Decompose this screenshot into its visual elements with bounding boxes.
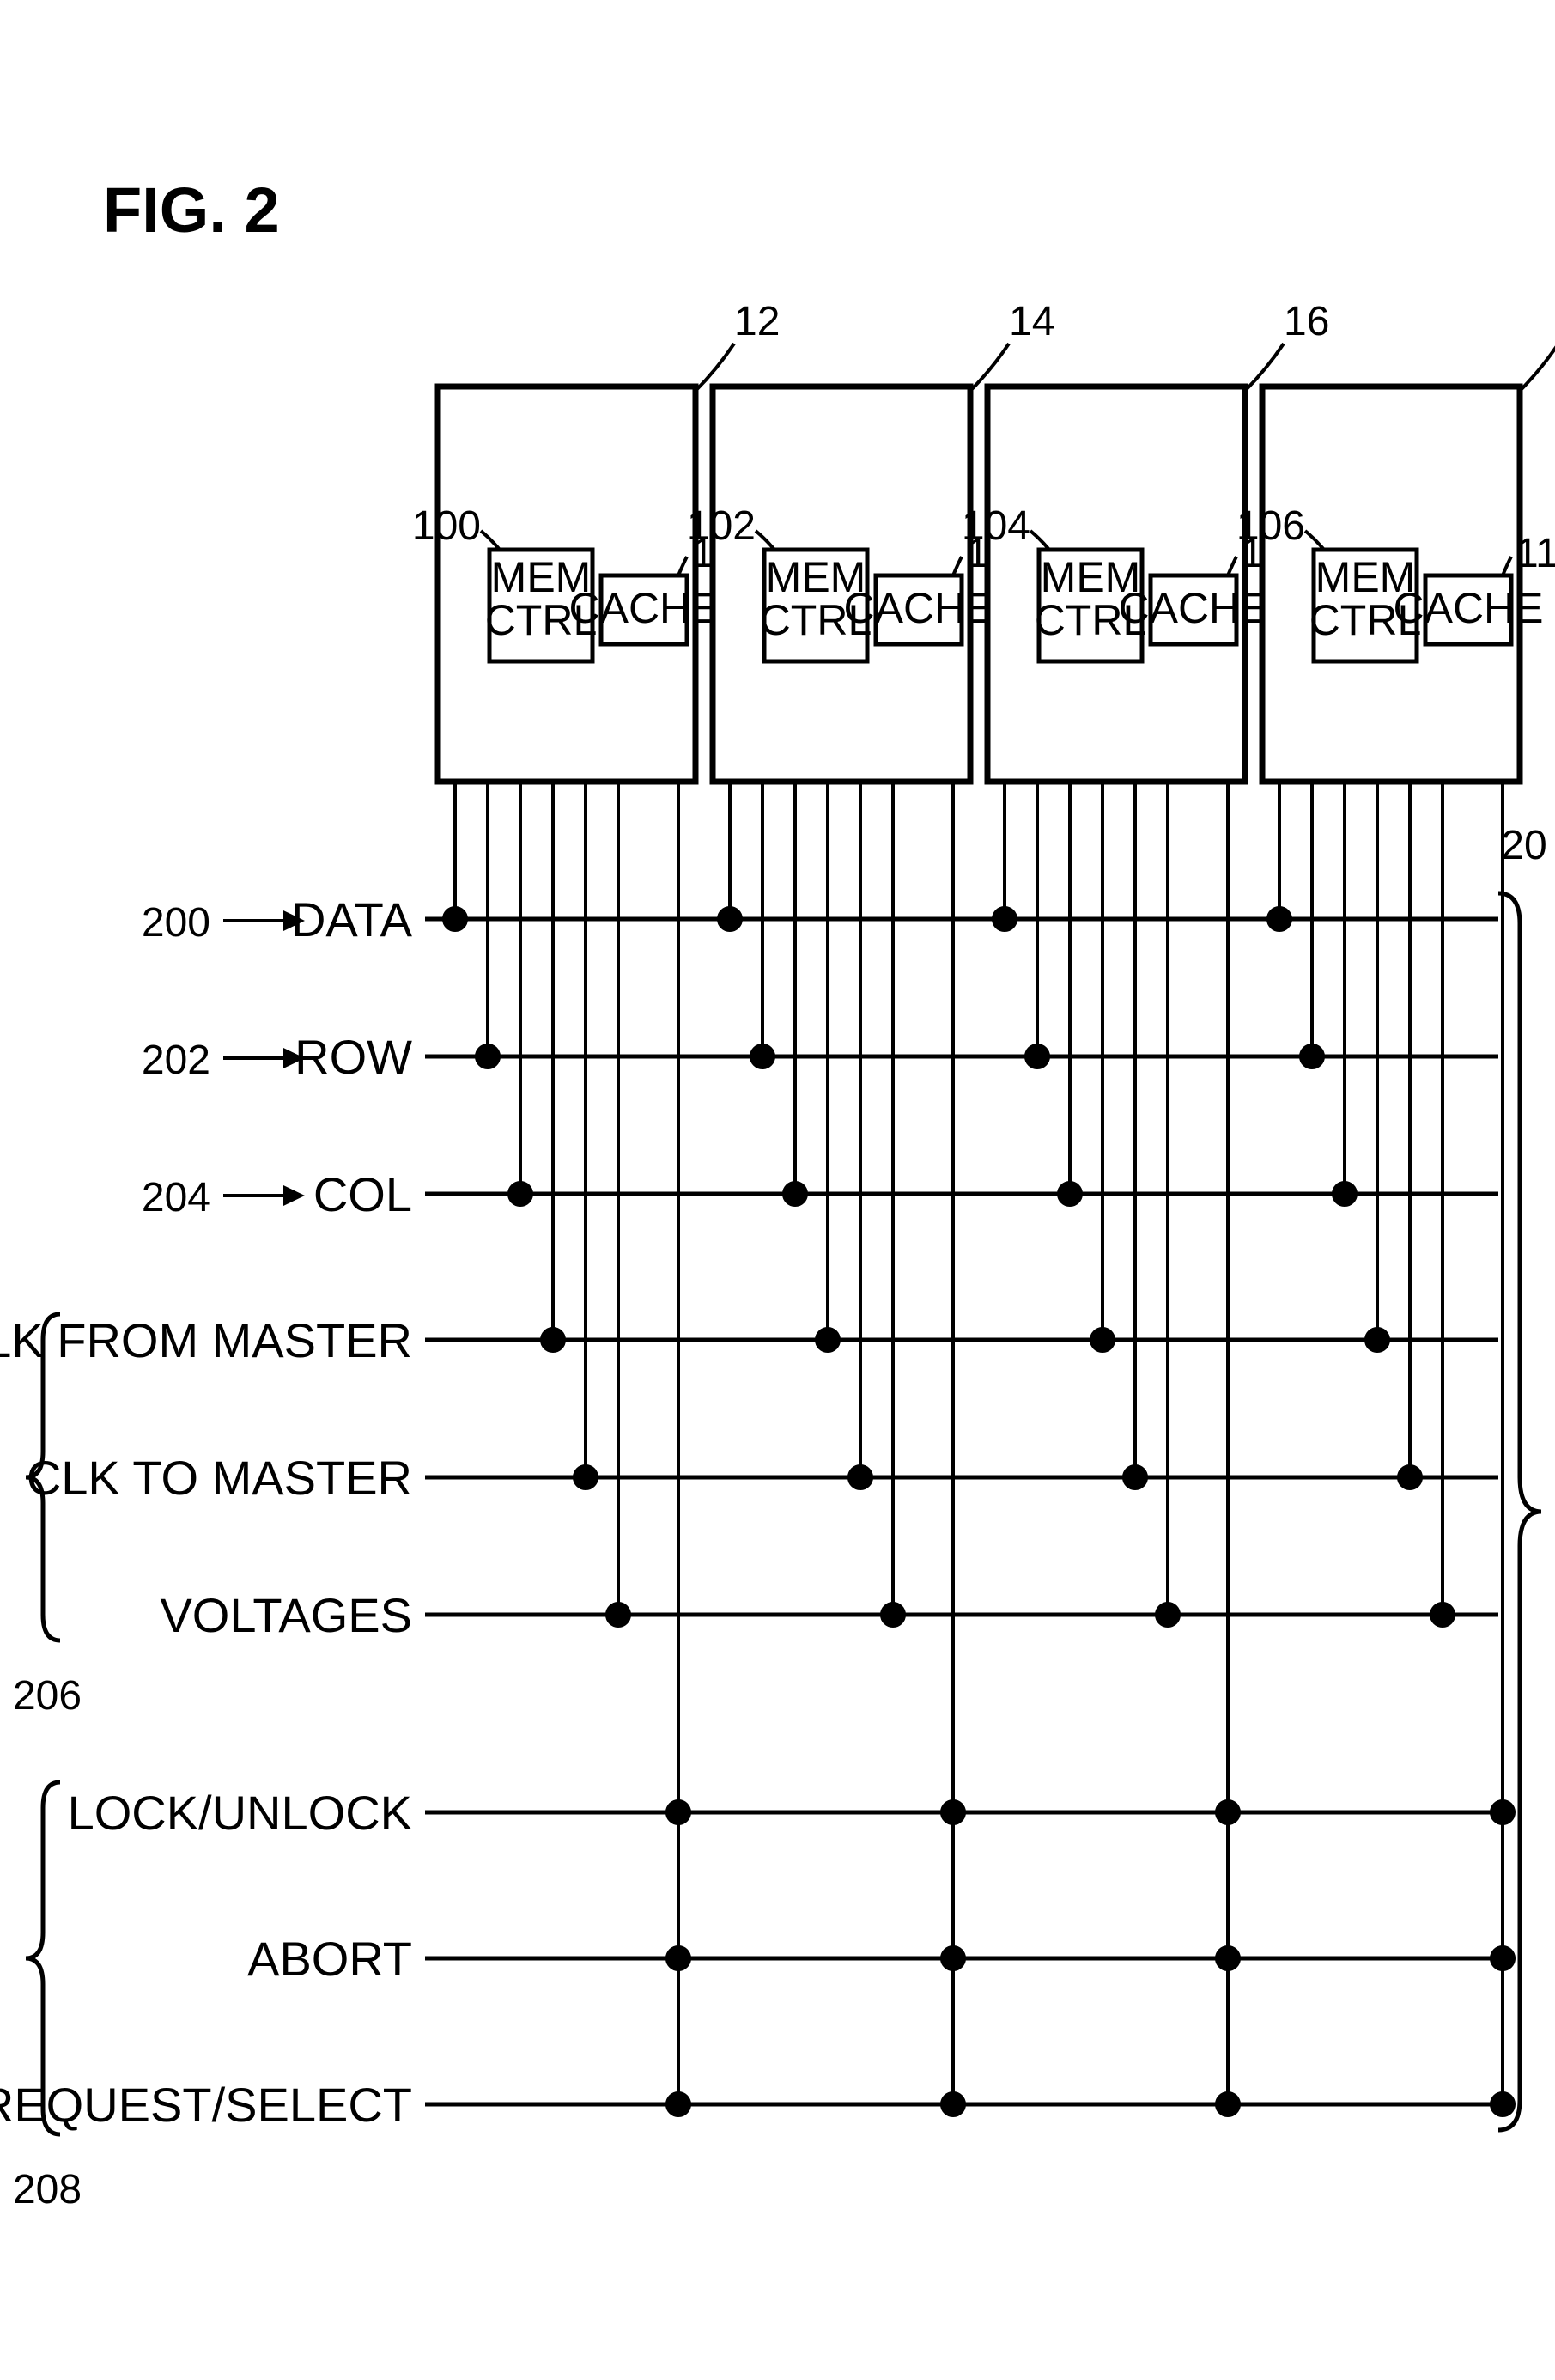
brace-20: 20 [1498,823,1547,2130]
bus-label-volt: VOLTAGES [160,1588,412,1642]
bus-label-clkto: CLK TO MASTER [27,1451,412,1505]
bus-label-abort: ABORT [247,1932,412,1986]
cache-label: CACHE [568,584,719,632]
bus-label-clkfrom: CLK FROM MASTER [0,1313,412,1367]
svg-text:20: 20 [1501,823,1546,868]
svg-text:14: 14 [1009,299,1054,344]
bus-label-row: ROW [295,1030,412,1084]
ref-arrows: 200 202 204 [142,900,305,1220]
module-4: 18 106 116 MEMCTRL CACHE [1236,299,1555,2115]
brace-208: 208 [13,1782,82,2213]
svg-text:116: 116 [1516,531,1555,576]
svg-text:202: 202 [142,1038,210,1083]
svg-text:200: 200 [142,900,210,946]
svg-text:206: 206 [13,1673,82,1719]
svg-text:102: 102 [687,503,756,549]
svg-text:106: 106 [1236,503,1305,549]
bus-label-req: REQUEST/SELECT [0,2078,412,2132]
bus-label-lock: LOCK/UNLOCK [68,1786,412,1840]
figure-label: FIG. 2 [103,174,280,246]
svg-text:CACHE: CACHE [1393,584,1543,632]
svg-text:104: 104 [962,503,1030,549]
svg-text:12: 12 [734,299,780,344]
brace-206: 206 [13,1314,82,1719]
svg-text:204: 204 [142,1175,210,1220]
bus-label-data: DATA [291,892,413,947]
svg-text:CACHE: CACHE [843,584,993,632]
svg-text:208: 208 [13,2167,82,2213]
svg-text:100: 100 [412,503,481,549]
diagram-root: FIG. 2 DATA ROW COL CLK FROM MASTER CLK … [0,0,1555,2380]
svg-text:CACHE: CACHE [1118,584,1268,632]
bus-label-col: COL [313,1167,412,1221]
svg-text:16: 16 [1284,299,1329,344]
